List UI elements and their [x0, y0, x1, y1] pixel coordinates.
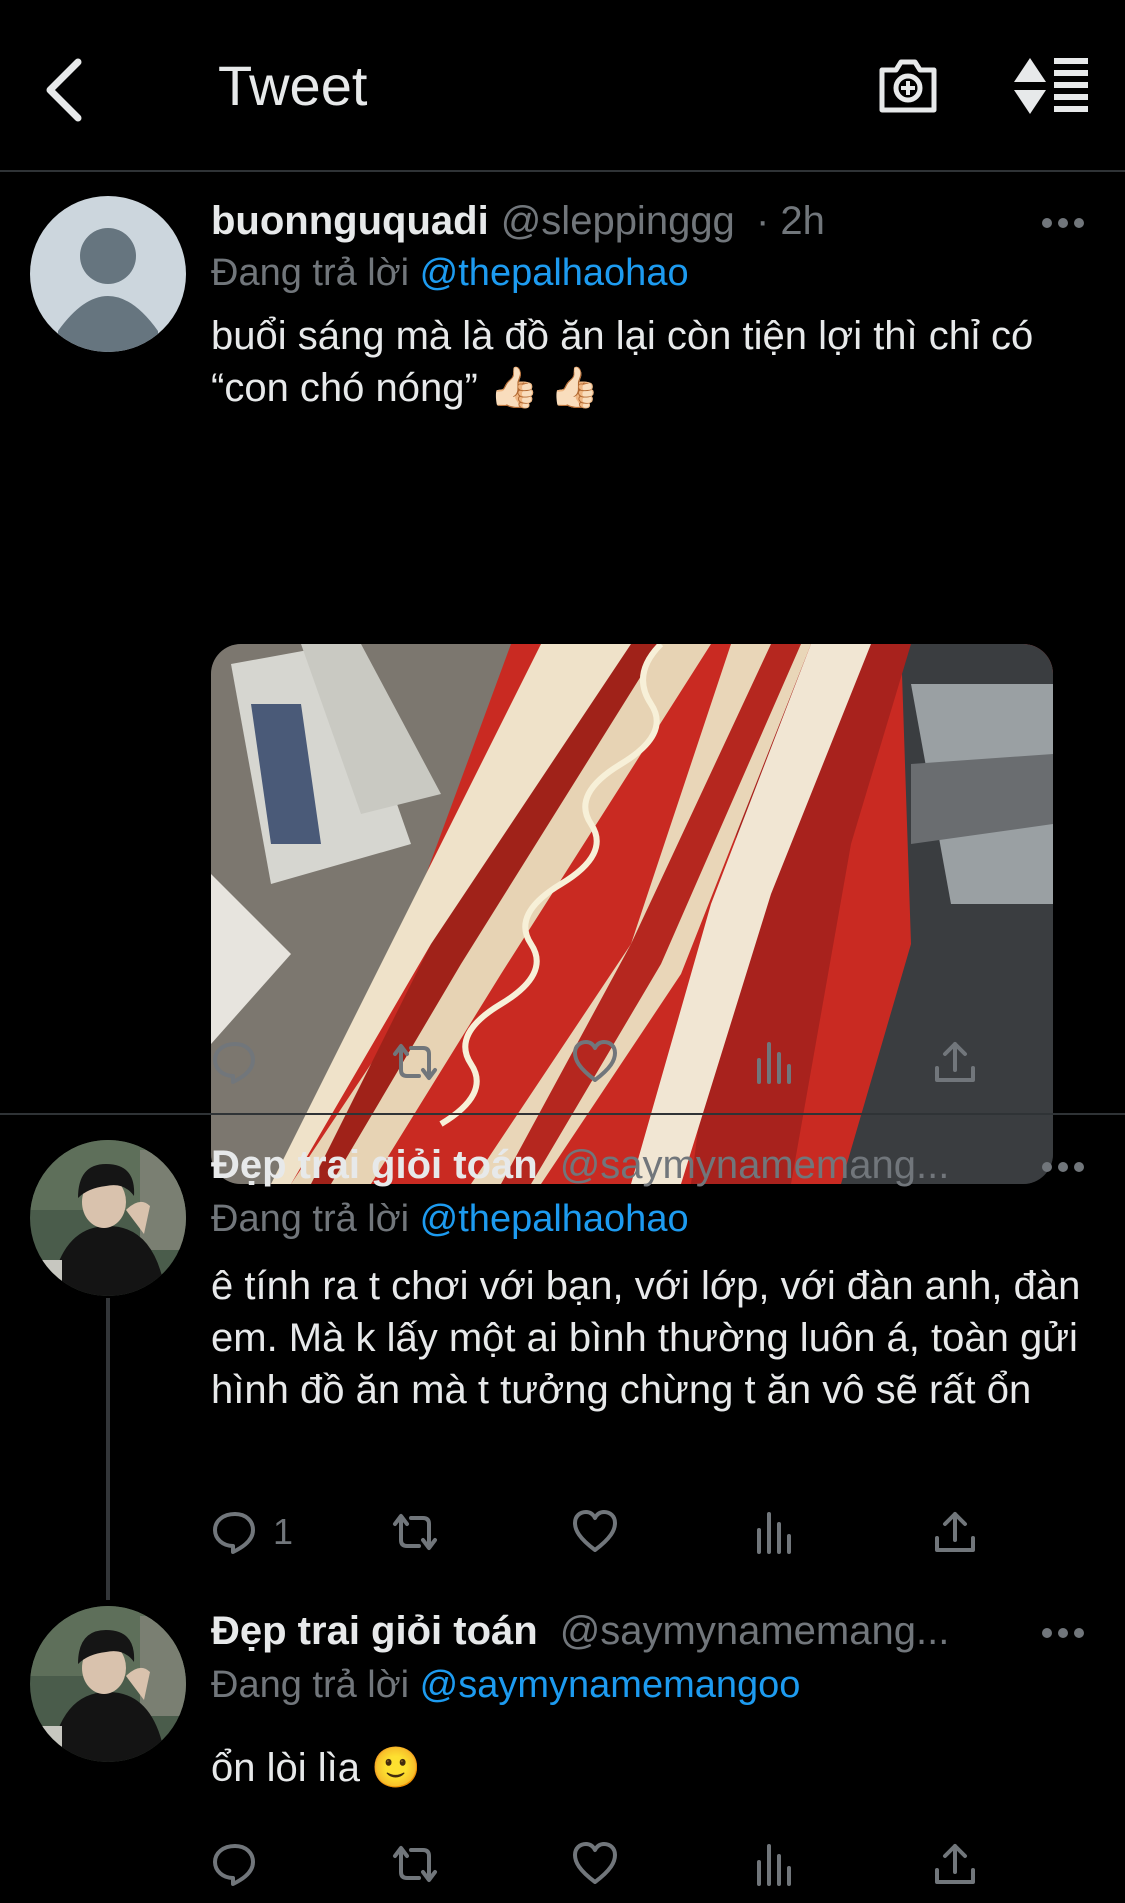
replying-to: Đang trả lời @saymynamemangoo	[211, 1660, 800, 1710]
replying-to-label: Đang trả lời	[211, 1198, 410, 1240]
share-icon	[935, 1042, 975, 1082]
replying-to: Đang trả lời @thepalhaohao	[211, 1194, 689, 1244]
tweet-text: buổi sáng mà là đồ ăn lại còn tiện lợi t…	[211, 314, 1034, 410]
tweet-text: ê tính ra t chơi với bạn, với lớp, với đ…	[211, 1264, 1081, 1412]
analytics-icon	[757, 1512, 791, 1554]
avatar-photo[interactable]	[30, 1606, 186, 1762]
share-icon	[935, 1844, 975, 1884]
tweet-author-line: Đẹp trai giỏi toán @saymynamemang...	[211, 1140, 949, 1190]
username[interactable]: @saymynamemang...	[560, 1609, 950, 1653]
reply-icon	[213, 1512, 255, 1554]
tweet-author-line: Đẹp trai giỏi toán @saymynamemang...	[211, 1606, 949, 1656]
sort-icon[interactable]	[1012, 52, 1092, 120]
tweet-photo-hotdogs[interactable]	[211, 644, 1053, 1184]
share-button[interactable]	[931, 1034, 979, 1090]
analytics-button[interactable]	[751, 1034, 799, 1090]
tweet-text: ổn lòi lìa 🙂	[211, 1746, 421, 1790]
reply-button[interactable]	[211, 1034, 273, 1090]
retweet-icon	[393, 1044, 437, 1080]
replying-to-label: Đang trả lời	[211, 1664, 410, 1706]
replying-to-label: Đang trả lời	[211, 252, 410, 294]
camera-plus-icon[interactable]	[872, 48, 944, 120]
like-icon	[573, 1510, 617, 1552]
username[interactable]: @sleppinggg	[501, 199, 735, 243]
retweet-icon	[393, 1846, 437, 1882]
reply-icon	[213, 1844, 255, 1886]
like-button[interactable]	[571, 1034, 619, 1090]
timestamp: · 2h	[755, 199, 825, 243]
share-icon	[935, 1512, 975, 1552]
mention-link[interactable]: @thepalhaohao	[420, 1198, 689, 1240]
tweet-actions: 1	[211, 1504, 1011, 1560]
like-icon	[573, 1040, 617, 1082]
mention-link[interactable]: @thepalhaohao	[420, 252, 689, 294]
more-dots-icon[interactable]	[1040, 1623, 1086, 1643]
reply-icon	[213, 1042, 255, 1084]
mention-link[interactable]: @saymynamemangoo	[420, 1664, 801, 1706]
analytics-button[interactable]	[751, 1504, 799, 1560]
reply-button[interactable]	[211, 1836, 273, 1892]
retweet-button[interactable]	[391, 1504, 439, 1560]
username[interactable]: @saymynamemang...	[560, 1143, 950, 1187]
like-icon	[573, 1842, 617, 1884]
tweet-author-line: buonnguquadi @sleppinggg · 2h	[211, 196, 825, 246]
more-dots-icon[interactable]	[1040, 1157, 1086, 1177]
avatar-photo[interactable]	[30, 1140, 186, 1296]
tweet[interactable]: buonnguquadi @sleppinggg · 2h Đang trả lờ…	[0, 170, 1125, 1184]
retweet-button[interactable]	[391, 1034, 439, 1090]
back-chevron-icon[interactable]	[38, 50, 98, 130]
tweet-actions	[211, 1836, 1011, 1892]
top-bar: Tweet	[0, 0, 1125, 172]
tweet-actions	[211, 1034, 1011, 1090]
display-name[interactable]: Đẹp trai giỏi toán	[211, 1609, 538, 1653]
page-title: Tweet	[218, 54, 368, 117]
display-name[interactable]: Đẹp trai giỏi toán	[211, 1143, 538, 1187]
analytics-icon	[757, 1042, 791, 1084]
reply-button[interactable]: 1	[211, 1504, 293, 1560]
like-button[interactable]	[571, 1504, 619, 1560]
share-button[interactable]	[931, 1836, 979, 1892]
reply-count: 1	[273, 1511, 294, 1552]
tweet[interactable]: Đẹp trai giỏi toán @saymynamemang... Đang…	[0, 1114, 1125, 1582]
retweet-icon	[393, 1514, 437, 1550]
analytics-icon	[757, 1844, 791, 1886]
display-name[interactable]: buonnguquadi	[211, 199, 489, 243]
replying-to: Đang trả lời @thepalhaohao	[211, 248, 689, 298]
more-dots-icon[interactable]	[1040, 213, 1086, 233]
analytics-button[interactable]	[751, 1836, 799, 1892]
tweet[interactable]: Đẹp trai giỏi toán @saymynamemang... Đang…	[0, 1582, 1125, 1903]
retweet-button[interactable]	[391, 1836, 439, 1892]
avatar-default[interactable]	[30, 196, 186, 352]
share-button[interactable]	[931, 1504, 979, 1560]
like-button[interactable]	[571, 1836, 619, 1892]
